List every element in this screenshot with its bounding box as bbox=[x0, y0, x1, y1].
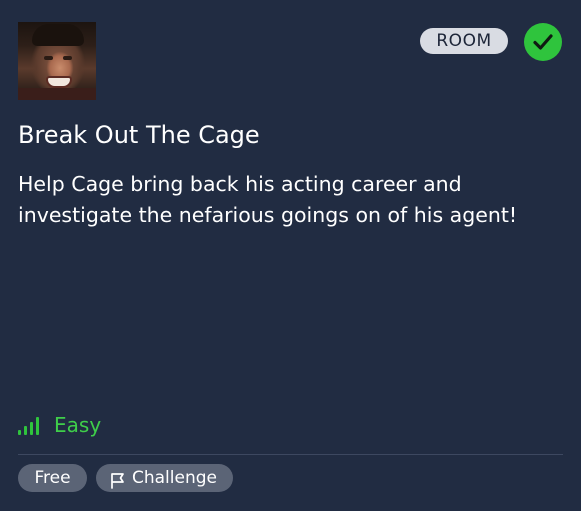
room-type-badge: ROOM bbox=[420, 28, 508, 54]
divider bbox=[18, 454, 563, 455]
room-card[interactable]: ROOM Break Out The Cage Help Cage bring … bbox=[0, 0, 581, 511]
tag-challenge-label: Challenge bbox=[132, 468, 217, 488]
room-title[interactable]: Break Out The Cage bbox=[18, 119, 260, 151]
signal-bars-icon bbox=[18, 416, 44, 435]
difficulty-label: Easy bbox=[54, 413, 102, 437]
check-icon bbox=[524, 23, 562, 61]
tag-free: Free bbox=[18, 464, 87, 492]
room-thumbnail bbox=[18, 22, 96, 100]
room-description: Help Cage bring back his acting career a… bbox=[18, 172, 518, 227]
flag-icon bbox=[110, 470, 126, 498]
tag-free-label: Free bbox=[34, 468, 71, 488]
tag-challenge: Challenge bbox=[96, 464, 233, 492]
